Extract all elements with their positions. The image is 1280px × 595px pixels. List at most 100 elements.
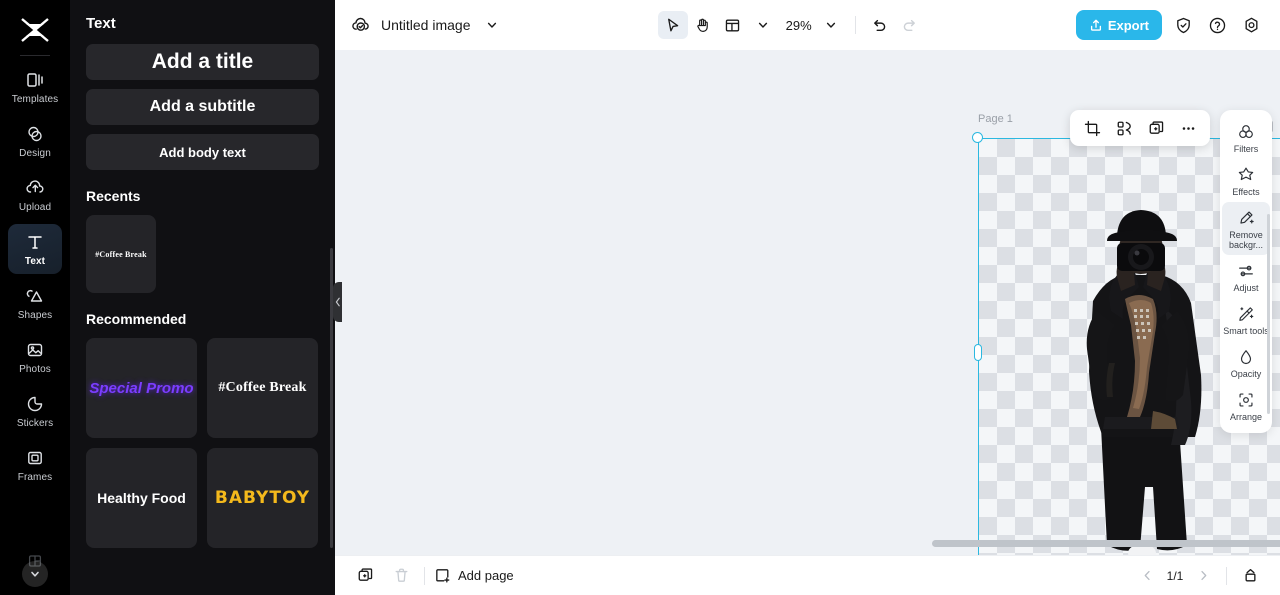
gear-icon[interactable]: [1236, 11, 1266, 39]
add-page-button[interactable]: Add page: [434, 567, 514, 584]
right-tool-effects[interactable]: Effects: [1222, 159, 1270, 202]
sidebar-item-templates[interactable]: Templates: [8, 62, 62, 112]
adjust-sliders-icon: [1236, 261, 1256, 281]
duplicate-icon[interactable]: [1142, 114, 1170, 142]
shapes-icon: [24, 285, 46, 307]
right-rail-scrollbar[interactable]: [1267, 214, 1270, 414]
stickers-icon: [24, 393, 46, 415]
text-t-icon: [24, 231, 46, 253]
layout-panel-button[interactable]: [718, 11, 748, 39]
bottom-divider-2: [1226, 566, 1227, 585]
right-tool-smart-tools[interactable]: Smart tools: [1222, 298, 1270, 341]
zoom-caret-icon[interactable]: [816, 11, 846, 39]
sidebar-item-photos[interactable]: Photos: [8, 332, 62, 382]
right-tool-arrange[interactable]: Arrange: [1222, 384, 1270, 427]
photos-icon: [24, 339, 46, 361]
cutout-icon[interactable]: [1110, 114, 1138, 142]
recommended-item-label: BABYTOY: [214, 488, 311, 508]
templates-icon: [24, 69, 46, 91]
right-tool-label: Opacity: [1230, 369, 1262, 379]
add-body-text-button[interactable]: Add body text: [86, 134, 319, 170]
more-tools-icon: [26, 552, 44, 575]
recommended-item-label: Healthy Food: [97, 490, 186, 506]
canvas-horizontal-scrollbar[interactable]: [932, 540, 1280, 547]
sidebar-item-label: Frames: [17, 472, 53, 483]
duplicate-page-button[interactable]: [351, 562, 379, 590]
effects-sparkle-icon: [1236, 165, 1256, 185]
canvas-area[interactable]: Page 1 Filters Effects Remove backgr... …: [335, 50, 1280, 555]
cloud-saved-icon[interactable]: [349, 13, 373, 37]
right-tool-opacity[interactable]: Opacity: [1222, 341, 1270, 384]
export-button[interactable]: Export: [1075, 10, 1163, 40]
sidebar-item-upload[interactable]: Upload: [8, 170, 62, 220]
smart-tools-wand-icon: [1236, 304, 1256, 324]
add-title-button[interactable]: Add a title: [86, 44, 319, 80]
right-tool-adjust[interactable]: Adjust: [1222, 255, 1270, 298]
layout-caret-icon[interactable]: [748, 11, 778, 39]
fit-to-screen-button[interactable]: [1236, 562, 1264, 590]
sidebar-item-shapes[interactable]: Shapes: [8, 278, 62, 328]
capcut-logo[interactable]: [13, 10, 57, 50]
export-label: Export: [1107, 17, 1150, 33]
collapse-panel-handle[interactable]: [333, 282, 342, 322]
recommended-item-coffee-break[interactable]: #Coffee Break: [207, 338, 318, 438]
right-tool-label: Effects: [1232, 187, 1260, 197]
resize-handle-top-left[interactable]: [972, 132, 983, 143]
right-tool-filters[interactable]: Filters: [1222, 116, 1270, 159]
more-dots-icon[interactable]: [1174, 114, 1202, 142]
right-tool-label: Filters: [1233, 144, 1259, 154]
delete-page-button[interactable]: [387, 562, 415, 590]
frames-icon: [24, 447, 46, 469]
sidebar-item-label: Shapes: [17, 310, 53, 321]
opacity-drop-icon: [1236, 347, 1256, 367]
resize-handle-left-middle[interactable]: [974, 344, 982, 361]
object-floating-toolbar: [1070, 110, 1210, 146]
recommended-grid: Special Promo #Coffee Break Healthy Food…: [86, 338, 319, 548]
app-root: Templates Design Upload Text Shapes Phot…: [0, 0, 1280, 595]
undo-button[interactable]: [865, 11, 895, 39]
right-tool-remove-background[interactable]: Remove backgr...: [1222, 202, 1270, 255]
prev-page-button[interactable]: [1133, 562, 1161, 590]
right-tool-label: Remove backgr...: [1228, 230, 1264, 250]
export-upload-icon: [1089, 18, 1103, 32]
next-page-button[interactable]: [1189, 562, 1217, 590]
crop-icon[interactable]: [1078, 114, 1106, 142]
sidebar-item-label: Upload: [18, 202, 52, 213]
add-page-label: Add page: [458, 568, 514, 583]
sidebar-item-text[interactable]: Text: [8, 224, 62, 274]
sidebar-item-label: Design: [19, 148, 51, 159]
sidebar-item-design[interactable]: Design: [8, 116, 62, 166]
shield-check-icon[interactable]: [1168, 11, 1198, 39]
select-tool-button[interactable]: [657, 11, 688, 39]
document-title[interactable]: Untitled image: [381, 17, 471, 33]
add-subtitle-button[interactable]: Add a subtitle: [86, 89, 319, 125]
recommended-heading: Recommended: [86, 311, 187, 327]
recommended-item-babytoy[interactable]: BABYTOY: [207, 448, 318, 548]
sidebar-item-label: Photos: [19, 364, 51, 375]
sidebar-item-label: Stickers: [16, 418, 54, 429]
recommended-item-label: Special Promo: [89, 379, 194, 397]
remove-background-icon: [1236, 208, 1256, 228]
recents-list: #Coffee Break: [86, 215, 319, 293]
recommended-item-healthy-food[interactable]: Healthy Food: [86, 448, 197, 548]
sidebar-item-label: Text: [24, 256, 46, 267]
rail-more-section: [8, 552, 62, 587]
photographer-image: [1086, 210, 1202, 555]
question-circle-icon[interactable]: [1202, 11, 1232, 39]
sidebar-item-label: Templates: [11, 94, 59, 105]
bottom-divider: [424, 566, 425, 585]
arrange-icon: [1236, 390, 1256, 410]
sidebar-item-stickers[interactable]: Stickers: [8, 386, 62, 436]
recent-text-item[interactable]: #Coffee Break: [86, 215, 156, 293]
recommended-item-special-promo[interactable]: Special Promo: [86, 338, 197, 438]
top-toolbar: Untitled image 29% Export: [335, 0, 1280, 50]
page-label: Page 1: [978, 113, 1013, 125]
chevron-down-icon[interactable]: [477, 11, 507, 39]
right-tool-label: Adjust: [1233, 283, 1259, 293]
toolbar-divider: [854, 16, 856, 34]
right-tool-label: Smart tools: [1223, 326, 1269, 336]
sidebar-item-frames[interactable]: Frames: [8, 440, 62, 490]
right-tool-label: Arrange: [1229, 412, 1263, 422]
hand-tool-button[interactable]: [688, 11, 718, 39]
redo-button[interactable]: [895, 11, 925, 39]
